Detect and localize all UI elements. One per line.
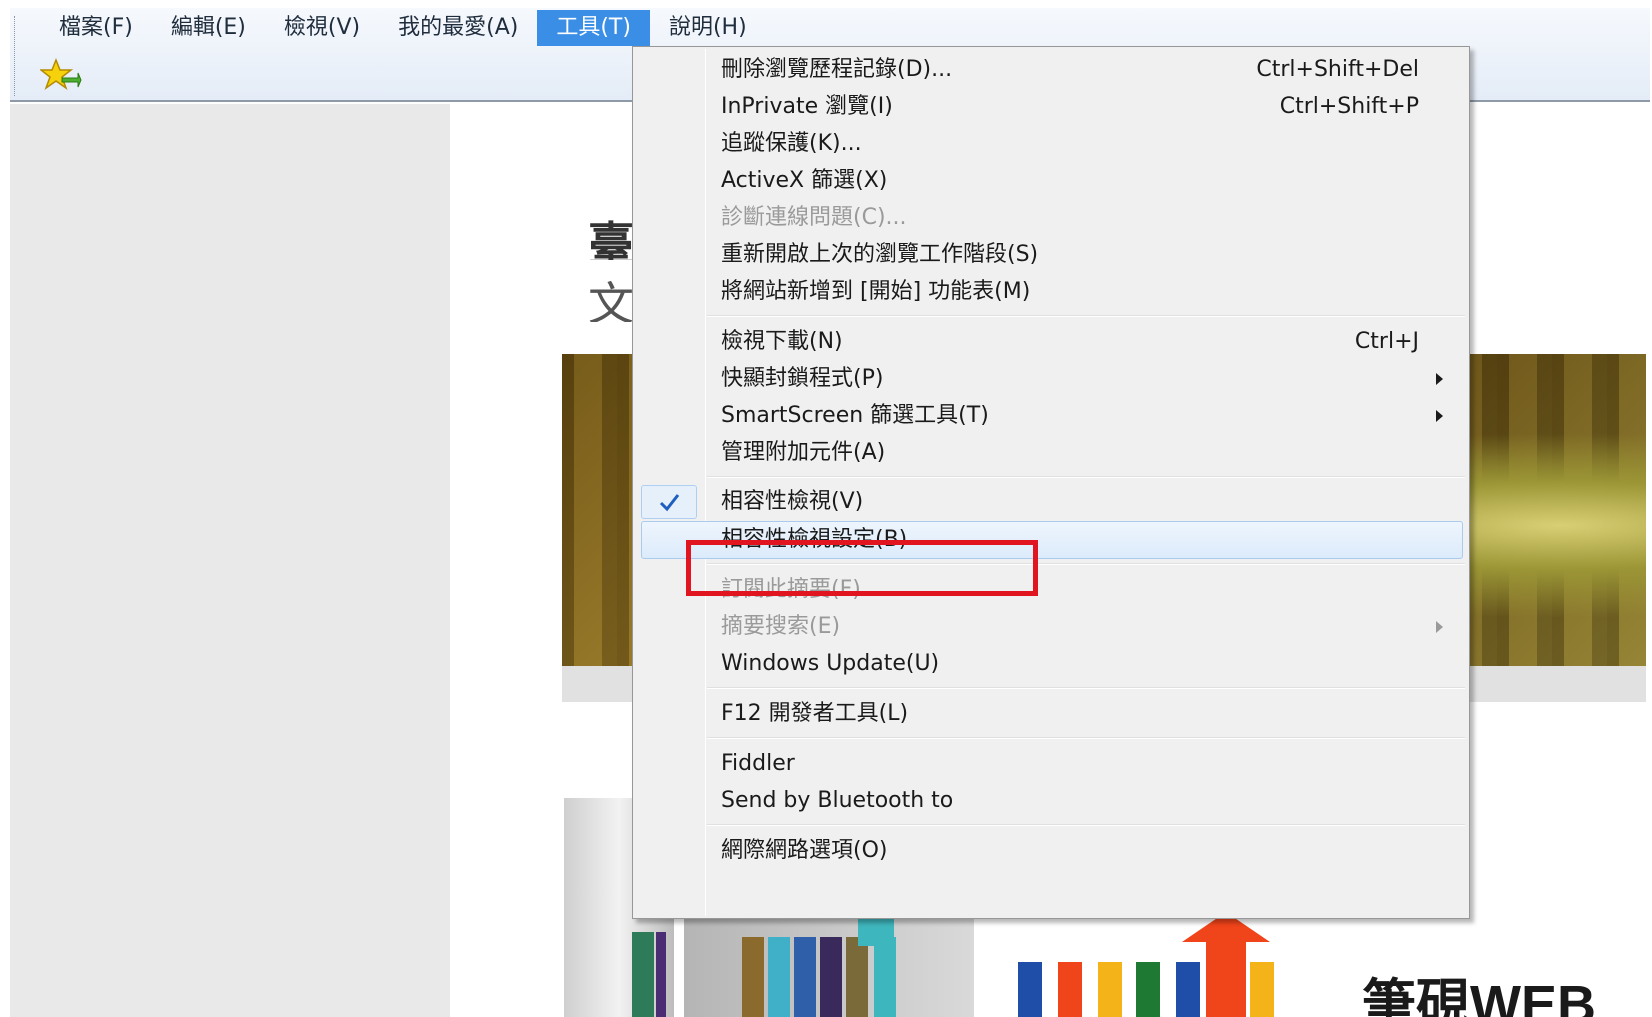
menu-item-add-to-start[interactable]: 將網站新增到 [開始] 功能表(M) xyxy=(635,273,1467,311)
submenu-arrow-icon xyxy=(1436,410,1443,422)
menu-item-label: 快顯封鎖程式(P) xyxy=(721,366,884,391)
menu-item-label: 相容性檢視(V) xyxy=(721,489,864,514)
menu-item-label: F12 開發者工具(L) xyxy=(721,701,909,726)
menu-item-label: 管理附加元件(A) xyxy=(721,440,886,465)
submenu-arrow-icon xyxy=(1436,373,1443,385)
menu-item-label: 刪除瀏覽歷程記錄(D)... xyxy=(721,57,953,82)
menu-item-label: 將網站新增到 [開始] 功能表(M) xyxy=(721,279,1031,304)
menu-separator xyxy=(707,824,1465,826)
menu-item-shortcut: Ctrl+Shift+P xyxy=(1279,94,1419,119)
menu-item-manage-addons[interactable]: 管理附加元件(A) xyxy=(635,434,1467,472)
add-favorites-star-icon[interactable] xyxy=(40,58,82,92)
checkmark-icon xyxy=(659,494,680,512)
colored-blocks-graphic xyxy=(1018,962,1278,1017)
menu-item-label: 追蹤保護(K)... xyxy=(721,131,862,156)
menu-item-label: ActiveX 篩選(X) xyxy=(721,168,888,193)
tools-dropdown-menu: 刪除瀏覽歷程記錄(D)... Ctrl+Shift+Del InPrivate … xyxy=(632,46,1470,919)
menu-edit[interactable]: 編輯(E) xyxy=(152,10,265,46)
menu-item-label: 檢視下載(N) xyxy=(721,329,843,354)
brand-logo-text: 筆硯WEB xyxy=(1362,975,1596,1017)
menu-favorites[interactable]: 我的最愛(A) xyxy=(379,10,537,46)
menu-item-smartscreen[interactable]: SmartScreen 篩選工具(T) xyxy=(635,397,1467,435)
menu-item-label: 網際網路選項(O) xyxy=(721,838,888,863)
menu-item-inprivate[interactable]: InPrivate 瀏覽(I) Ctrl+Shift+P xyxy=(635,88,1467,126)
checkmark-box xyxy=(641,485,697,519)
menu-bar: 檔案(F) 編輯(E) 檢視(V) 我的最愛(A) 工具(T) 說明(H) xyxy=(40,10,766,46)
menu-item-shortcut: Ctrl+Shift+Del xyxy=(1256,57,1419,82)
menu-item-feed-discovery: 摘要搜索(E) xyxy=(635,608,1467,646)
menu-item-internet-options[interactable]: 網際網路選項(O) xyxy=(635,832,1467,870)
menu-item-label: Windows Update(U) xyxy=(721,651,940,676)
menu-separator xyxy=(707,737,1465,739)
menu-item-tracking-protection[interactable]: 追蹤保護(K)... xyxy=(635,125,1467,163)
menu-item-windows-update[interactable]: Windows Update(U) xyxy=(635,645,1467,683)
submenu-arrow-icon xyxy=(1436,621,1443,633)
menu-item-label: 重新開啟上次的瀏覽工作階段(S) xyxy=(721,242,1039,267)
menu-item-label: InPrivate 瀏覽(I) xyxy=(721,94,893,119)
red-highlight-annotation xyxy=(686,540,1038,596)
menu-help[interactable]: 說明(H) xyxy=(650,10,766,46)
page-title-partial: 臺 xyxy=(588,217,634,260)
page-subtitle-partial: 文 xyxy=(588,277,634,322)
menu-item-popup-blocker[interactable]: 快顯封鎖程式(P) xyxy=(635,360,1467,398)
menu-item-label: Fiddler xyxy=(721,751,795,776)
menu-tools[interactable]: 工具(T) xyxy=(537,10,650,46)
menu-item-activex-filter[interactable]: ActiveX 篩選(X) xyxy=(635,162,1467,200)
menu-separator xyxy=(707,315,1465,317)
menu-item-label: SmartScreen 篩選工具(T) xyxy=(721,403,989,428)
menu-separator xyxy=(707,687,1465,689)
menu-item-compatibility-view[interactable]: 相容性檢視(V) xyxy=(635,483,1467,521)
menu-item-reopen-session[interactable]: 重新開啟上次的瀏覽工作階段(S) xyxy=(635,236,1467,274)
menu-item-fiddler[interactable]: Fiddler xyxy=(635,745,1467,783)
menu-item-label: Send by Bluetooth to xyxy=(721,788,954,813)
menu-item-view-downloads[interactable]: 檢視下載(N) Ctrl+J xyxy=(635,323,1467,361)
menu-item-label: 摘要搜索(E) xyxy=(721,614,841,639)
menu-item-delete-history[interactable]: 刪除瀏覽歷程記錄(D)... Ctrl+Shift+Del xyxy=(635,51,1467,89)
toolbar-grip[interactable] xyxy=(14,16,17,96)
menu-item-diagnose-connection: 診斷連線問題(C)... xyxy=(635,199,1467,237)
menu-file[interactable]: 檔案(F) xyxy=(40,10,152,46)
menu-item-shortcut: Ctrl+J xyxy=(1354,329,1419,354)
menu-item-f12-devtools[interactable]: F12 開發者工具(L) xyxy=(635,695,1467,733)
menu-item-label: 診斷連線問題(C)... xyxy=(721,205,907,230)
menu-item-send-bluetooth[interactable]: Send by Bluetooth to xyxy=(635,782,1467,820)
menu-view[interactable]: 檢視(V) xyxy=(265,10,379,46)
page-left-pane xyxy=(10,104,450,1017)
menu-separator xyxy=(707,476,1465,478)
